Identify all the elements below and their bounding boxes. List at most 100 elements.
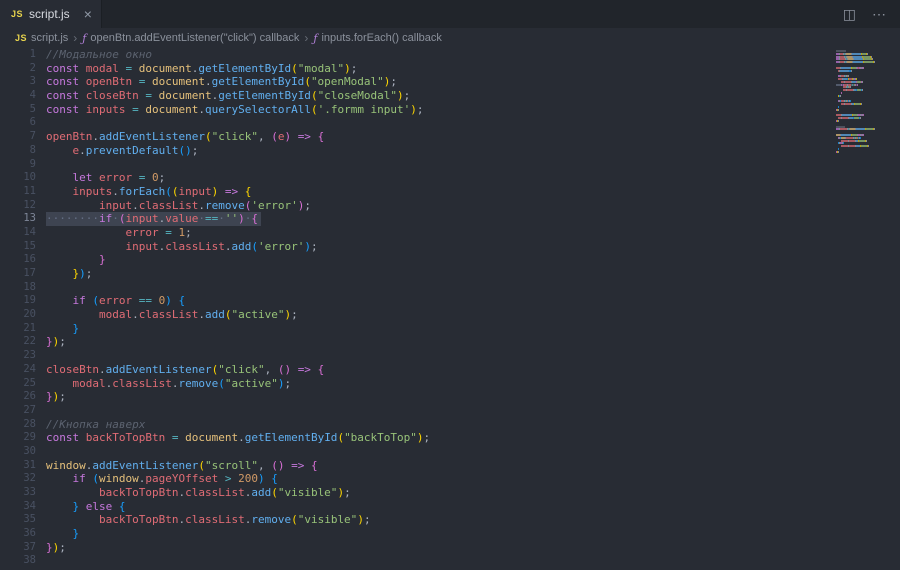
tab-bar: JS script.js × ◫ ⋯ (0, 0, 900, 28)
line-number: 15 (0, 240, 46, 254)
code-line[interactable]: 9 (0, 158, 900, 172)
tab-label: script.js (29, 7, 70, 21)
code-line[interactable]: 29const backToTopBtn = document.getEleme… (0, 431, 900, 445)
code-line[interactable]: 15 input.classList.add('error'); (0, 240, 900, 254)
line-number: 9 (0, 158, 46, 172)
code-line[interactable]: 8 e.preventDefault(); (0, 144, 900, 158)
line-number: 14 (0, 226, 46, 240)
code-text: } (46, 253, 106, 267)
breadcrumb-label: script.js (31, 32, 68, 44)
code-line[interactable]: 37}); (0, 541, 900, 555)
code-text: backToTopBtn.classList.remove("visible")… (46, 513, 371, 527)
breadcrumb: JS script.js › ƒ openBtn.addEventListene… (0, 28, 900, 48)
line-number: 12 (0, 199, 46, 213)
breadcrumb-item-file[interactable]: JS script.js (15, 32, 68, 44)
code-line[interactable]: 3const openBtn = document.getElementById… (0, 75, 900, 89)
code-line[interactable]: 31window.addEventListener("scroll", () =… (0, 459, 900, 473)
code-line[interactable]: 12 input.classList.remove('error'); (0, 199, 900, 213)
code-text: modal.classList.remove("active"); (46, 377, 291, 391)
code-text: //Модальное окно (46, 48, 152, 62)
code-line[interactable]: 24closeBtn.addEventListener("click", () … (0, 363, 900, 377)
line-number: 3 (0, 75, 46, 89)
line-number: 31 (0, 459, 46, 473)
js-file-icon: JS (11, 9, 23, 19)
code-line[interactable]: 19 if (error == 0) { (0, 294, 900, 308)
code-line[interactable]: 2const modal = document.getElementById("… (0, 62, 900, 76)
code-line[interactable]: 38 (0, 554, 900, 568)
line-number: 4 (0, 89, 46, 103)
line-number: 7 (0, 130, 46, 144)
code-line[interactable]: 5const inputs = document.querySelectorAl… (0, 103, 900, 117)
breadcrumb-item-callback-1[interactable]: ƒ openBtn.addEventListener("click") call… (82, 32, 299, 45)
code-line[interactable]: 7openBtn.addEventListener("click", (e) =… (0, 130, 900, 144)
code-line[interactable]: 18 (0, 281, 900, 295)
breadcrumb-item-callback-2[interactable]: ƒ inputs.forEach() callback (313, 32, 442, 45)
code-text: } else { (46, 500, 126, 514)
line-number: 24 (0, 363, 46, 377)
code-text: backToTopBtn.classList.add("visible"); (46, 486, 351, 500)
code-text: }); (46, 541, 66, 555)
code-lines[interactable]: 1//Модальное окно2const modal = document… (0, 48, 900, 570)
js-file-icon: JS (15, 33, 27, 43)
line-number: 11 (0, 185, 46, 199)
code-line[interactable]: 35 backToTopBtn.classList.remove("visibl… (0, 513, 900, 527)
code-line[interactable]: 28//Кнопка наверх (0, 418, 900, 432)
split-editor-icon[interactable]: ◫ (843, 6, 856, 23)
chevron-right-icon: › (73, 31, 77, 45)
editor-actions: ◫ ⋯ (843, 0, 900, 28)
code-line[interactable]: 22}); (0, 335, 900, 349)
close-tab-icon[interactable]: × (84, 7, 92, 21)
editor[interactable]: 1//Модальное окно2const modal = document… (0, 48, 900, 570)
chevron-right-icon: › (304, 31, 308, 45)
code-text: if (error == 0) { (46, 294, 185, 308)
code-line[interactable]: 25 modal.classList.remove("active"); (0, 377, 900, 391)
tab-script-js[interactable]: JS script.js × (0, 0, 102, 28)
code-line[interactable]: 4const closeBtn = document.getElementByI… (0, 89, 900, 103)
breadcrumb-label: openBtn.addEventListener("click") callba… (90, 32, 299, 44)
code-line[interactable]: 13········if·(input.value·==·'')·{ (0, 212, 900, 226)
code-line[interactable]: 17 }); (0, 267, 900, 281)
line-number: 27 (0, 404, 46, 418)
line-number: 35 (0, 513, 46, 527)
code-line[interactable]: 33 backToTopBtn.classList.add("visible")… (0, 486, 900, 500)
code-text: error = 1; (46, 226, 192, 240)
code-line[interactable]: 11 inputs.forEach((input) => { (0, 185, 900, 199)
code-text: }); (46, 267, 92, 281)
code-line[interactable]: 26}); (0, 390, 900, 404)
code-line[interactable]: 20 modal.classList.add("active"); (0, 308, 900, 322)
line-number: 28 (0, 418, 46, 432)
line-number: 38 (0, 554, 46, 568)
code-text: const modal = document.getElementById("m… (46, 62, 357, 76)
code-text: }); (46, 390, 66, 404)
line-number: 2 (0, 62, 46, 76)
code-line[interactable]: 23 (0, 349, 900, 363)
line-number: 21 (0, 322, 46, 336)
code-line[interactable]: 34 } else { (0, 500, 900, 514)
more-actions-icon[interactable]: ⋯ (872, 6, 886, 23)
line-number: 33 (0, 486, 46, 500)
code-line[interactable]: 21 } (0, 322, 900, 336)
symbol-callback-icon: ƒ (82, 32, 86, 45)
code-line[interactable]: 32 if (window.pageYOffset > 200) { (0, 472, 900, 486)
code-line[interactable]: 1//Модальное окно (0, 48, 900, 62)
code-line[interactable]: 30 (0, 445, 900, 459)
code-line[interactable]: 16 } (0, 253, 900, 267)
code-text: input.classList.remove('error'); (46, 199, 311, 213)
code-text: window.addEventListener("scroll", () => … (46, 459, 318, 473)
code-line[interactable]: 14 error = 1; (0, 226, 900, 240)
code-text: } (46, 527, 79, 541)
line-number: 5 (0, 103, 46, 117)
line-number: 34 (0, 500, 46, 514)
code-line[interactable]: 36 } (0, 527, 900, 541)
code-line[interactable]: 6 (0, 116, 900, 130)
code-line[interactable]: 10 let error = 0; (0, 171, 900, 185)
line-number: 37 (0, 541, 46, 555)
breadcrumb-label: inputs.forEach() callback (321, 32, 441, 44)
code-text: const closeBtn = document.getElementById… (46, 89, 410, 103)
symbol-callback-icon: ƒ (313, 32, 317, 45)
line-number: 17 (0, 267, 46, 281)
code-text: modal.classList.add("active"); (46, 308, 298, 322)
minimap-line (836, 153, 886, 156)
code-line[interactable]: 27 (0, 404, 900, 418)
minimap[interactable] (836, 50, 886, 156)
